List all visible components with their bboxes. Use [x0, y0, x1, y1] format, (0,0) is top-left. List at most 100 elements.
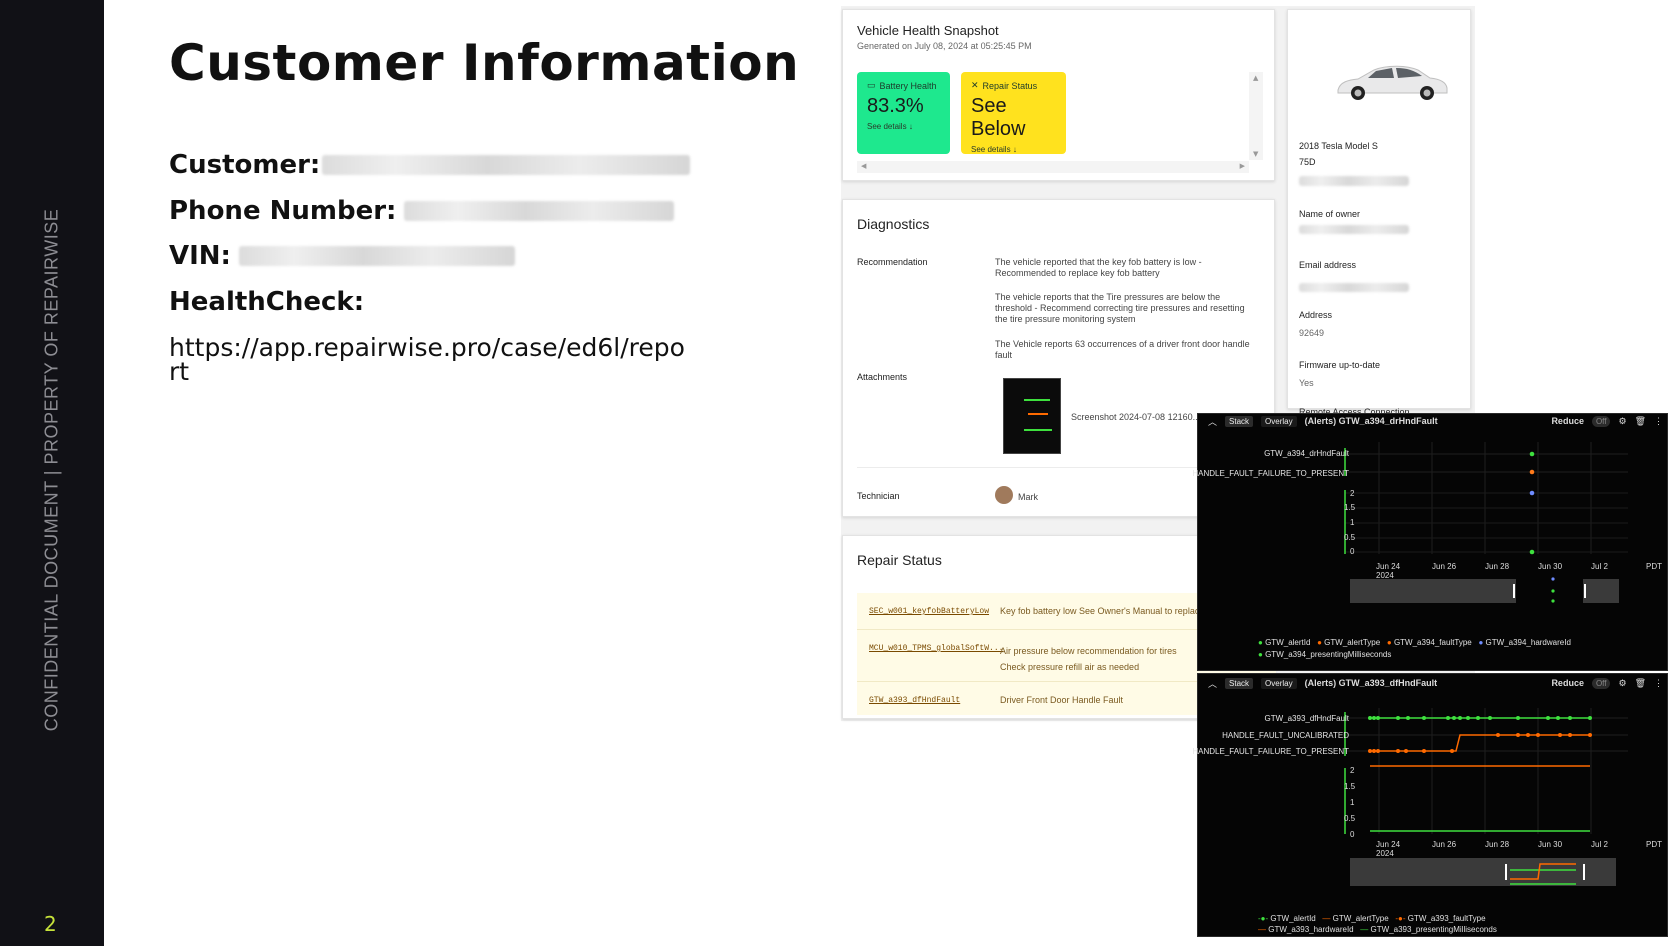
- y-tick: 0: [1350, 547, 1355, 556]
- healthcheck-label: HealthCheck:: [169, 287, 365, 317]
- data-point: [1476, 716, 1480, 720]
- email-label: Email address: [1299, 260, 1357, 270]
- vin-label: VIN:: [169, 241, 231, 271]
- x-tick: Jun 28: [1485, 562, 1510, 571]
- firmware-value: Yes: [1299, 378, 1314, 388]
- repair-desc-3: Driver Front Door Handle Fault: [1000, 695, 1124, 705]
- technician-label: Technician: [857, 491, 900, 501]
- battery-value: 83.3%: [867, 95, 924, 117]
- redacted-owner: [1299, 225, 1409, 234]
- data-point: [1404, 749, 1408, 753]
- recommendation-1: The vehicle reported that the key fob ba…: [995, 257, 1202, 278]
- range-point: [1551, 577, 1555, 581]
- scroll-up-icon[interactable]: ▲: [1253, 74, 1258, 82]
- x-tick: Jun 30: [1538, 840, 1563, 849]
- data-point: [1516, 733, 1520, 737]
- repair-code-2[interactable]: MCU_w010_TPMS_globalSoftW...: [869, 643, 1003, 654]
- timezone-label: PDT: [1646, 562, 1662, 571]
- legend-item[interactable]: GTW_alertId: [1270, 914, 1315, 923]
- data-point: [1529, 490, 1535, 496]
- y-tick: 0.5: [1344, 814, 1356, 823]
- legend: ● GTW_a394_presentingMilliseconds: [1258, 650, 1392, 659]
- data-point: [1446, 716, 1450, 720]
- y-tick: 1: [1350, 798, 1355, 807]
- owner-label: Name of owner: [1299, 209, 1361, 219]
- redacted-phone: [404, 201, 675, 221]
- vertical-scrollbar[interactable]: ▲ ▼: [1249, 72, 1263, 160]
- snapshot-generated: Generated on July 08, 2024 at 05:25:45 P…: [857, 41, 1032, 51]
- phone-field: Phone Number:: [169, 196, 675, 226]
- data-point: [1536, 733, 1540, 737]
- legend-item[interactable]: GTW_a393_hardwareId: [1268, 925, 1353, 934]
- data-point: [1396, 749, 1400, 753]
- vehicle-health-snapshot: Vehicle Health Snapshot Generated on Jul…: [842, 9, 1275, 181]
- data-point: [1372, 749, 1376, 753]
- recommendation-3: The Vehicle reports 63 occurrences of a …: [995, 339, 1250, 360]
- y-tick: 0.5: [1344, 533, 1356, 542]
- data-point: [1376, 716, 1380, 720]
- confidential-label: CONFIDENTIAL DOCUMENT | PROPERTY OF REPA…: [41, 208, 62, 732]
- battery-health-tile[interactable]: ▭ Battery Health 83.3% See details ↓: [857, 72, 950, 154]
- data-point: [1529, 451, 1535, 457]
- y-tick: 1.5: [1344, 782, 1356, 791]
- repair-desc-2: Air pressure below recommendation for ti…: [1000, 646, 1177, 672]
- timezone-label: PDT: [1646, 840, 1662, 849]
- data-point: [1496, 733, 1500, 737]
- repair-code-1[interactable]: SEC_w001_keyfobBatteryLow: [869, 606, 989, 617]
- vehicle-model: 2018 Tesla Model S: [1299, 141, 1378, 151]
- repair-label: Repair Status: [982, 80, 1038, 91]
- healthcheck-field: HealthCheck:: [169, 287, 364, 317]
- repair-status-tile[interactable]: ✕ Repair Status See Below See details ↓: [961, 72, 1066, 154]
- legend-item[interactable]: GTW_a394_hardwareId: [1486, 638, 1571, 647]
- healthcheck-link[interactable]: https://app.repairwise.pro/case/ed6l/rep…: [169, 335, 689, 384]
- attachment-name[interactable]: Screenshot 2024-07-08 12160...: [1071, 412, 1200, 423]
- data-point: [1526, 733, 1530, 737]
- horizontal-scrollbar[interactable]: ◀ ▶: [857, 161, 1249, 173]
- y-tick: 1.5: [1344, 503, 1356, 512]
- repair-value: See Below: [971, 95, 1026, 140]
- alerts-chart-bottom: ︿ Stack Overlay (Alerts) GTW_a393_dfHndF…: [1192, 673, 1668, 937]
- scroll-left-icon[interactable]: ◀: [861, 162, 866, 170]
- redacted-vin: [238, 246, 515, 266]
- redacted-email: [1299, 283, 1409, 292]
- row-label: HANDLE_FAULT_FAILURE_TO_PRESENT: [1192, 747, 1349, 756]
- legend-item[interactable]: GTW_alertType: [1324, 638, 1380, 647]
- attachment-thumbnail[interactable]: [1003, 378, 1061, 454]
- repair-status-title: Repair Status: [857, 552, 942, 568]
- range-point: [1551, 589, 1555, 593]
- y-tick: 2: [1350, 766, 1355, 775]
- data-point: [1466, 716, 1470, 720]
- legend-item[interactable]: GTW_a394_presentingMilliseconds: [1265, 650, 1391, 659]
- legend-item[interactable]: GTW_a393_presentingMilliseconds: [1371, 925, 1497, 934]
- customer-label: Customer:: [169, 150, 321, 180]
- attachments-label: Attachments: [857, 372, 908, 382]
- x-tick: Jun 26: [1432, 840, 1457, 849]
- legend-item[interactable]: GTW_alertType: [1333, 914, 1389, 923]
- repair-details-link[interactable]: See details: [971, 145, 1011, 154]
- page-title: Customer Information: [169, 34, 800, 92]
- battery-details-link[interactable]: See details: [867, 122, 907, 131]
- data-point: [1396, 716, 1400, 720]
- repair-code-3[interactable]: GTW_a393_dfHndFault: [869, 695, 960, 706]
- legend-item[interactable]: GTW_a394_faultType: [1394, 638, 1472, 647]
- scroll-right-icon[interactable]: ▶: [1240, 162, 1245, 170]
- car-image-icon: [1337, 65, 1448, 100]
- data-point: [1368, 749, 1372, 753]
- snapshot-title: Vehicle Health Snapshot: [857, 23, 999, 38]
- vehicle-trim: 75D: [1299, 157, 1316, 167]
- legend-item[interactable]: GTW_alertId: [1265, 638, 1310, 647]
- x-tick: Jul 2: [1591, 840, 1608, 849]
- data-point: [1422, 716, 1426, 720]
- y-tick: 0: [1350, 830, 1355, 839]
- data-point: [1452, 716, 1456, 720]
- data-point: [1450, 749, 1454, 753]
- data-point: [1588, 716, 1592, 720]
- row-label: HANDLE_FAULT_FAILURE_TO_PRESENT: [1192, 469, 1349, 478]
- data-point: [1556, 716, 1560, 720]
- vin-field: VIN:: [169, 241, 515, 271]
- data-point: [1568, 733, 1572, 737]
- data-point: [1458, 716, 1462, 720]
- series-line: [1370, 734, 1590, 752]
- scroll-down-icon[interactable]: ▼: [1253, 150, 1258, 158]
- legend-item[interactable]: GTW_a393_faultType: [1408, 914, 1486, 923]
